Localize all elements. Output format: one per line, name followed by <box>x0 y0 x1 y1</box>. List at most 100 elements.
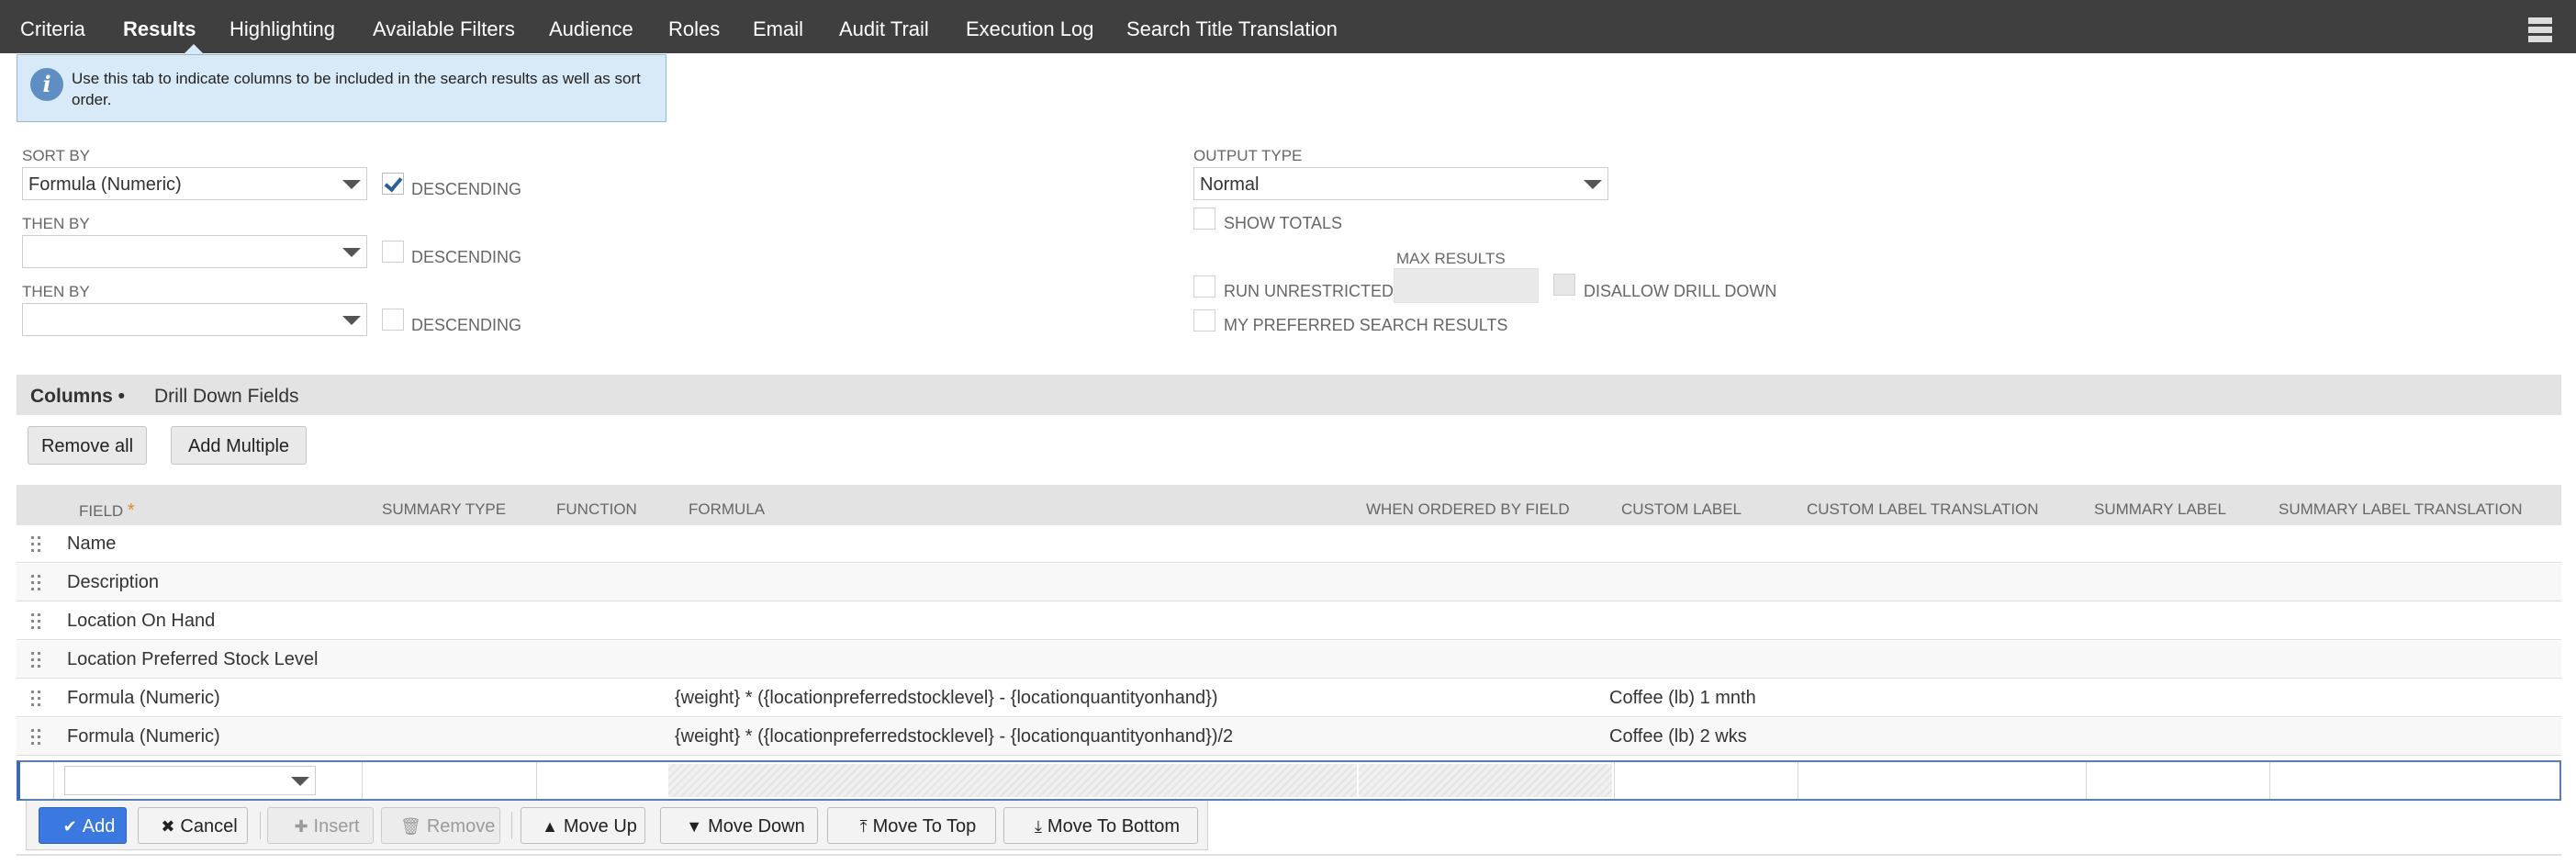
drag-handle-icon[interactable] <box>31 691 42 709</box>
disallow-drill-down-checkbox <box>1553 274 1575 296</box>
checkmark-icon: ✔ <box>62 817 77 836</box>
column-header-summary-label-translation: SUMMARY LABEL TRANSLATION <box>2279 500 2523 518</box>
arrow-down-icon: ▼ <box>686 817 703 836</box>
output-type-value: Normal <box>1200 174 1260 195</box>
then-by-descending-checkbox-1[interactable] <box>382 241 404 263</box>
descending-label: DESCENDING <box>411 248 522 266</box>
output-type-label: OUTPUT TYPE <box>1193 147 1303 164</box>
new-row-field-select[interactable] <box>64 766 316 795</box>
run-unrestricted-checkbox[interactable] <box>1193 275 1215 298</box>
active-tab-indicator <box>184 44 204 54</box>
info-icon: i <box>30 68 63 101</box>
sort-by-select[interactable]: Formula (Numeric) <box>22 167 367 200</box>
move-to-bottom-icon: ⤓ <box>1034 817 1042 836</box>
top-tab-bar: Criteria Results Highlighting Available … <box>0 0 2576 53</box>
tab-audience[interactable]: Audience <box>549 17 633 41</box>
add-multiple-button[interactable]: Add Multiple <box>171 426 307 465</box>
move-down-button[interactable]: ▼ Move Down <box>660 807 818 844</box>
formula-disabled-cell <box>668 764 1357 797</box>
tab-roles[interactable]: Roles <box>668 17 720 41</box>
close-icon: ✖ <box>161 817 175 836</box>
columns-table-header: FIELD * SUMMARY TYPE FUNCTION FORMULA WH… <box>17 485 2561 531</box>
columns-subtabs: Columns • Drill Down Fields <box>17 375 2561 415</box>
tab-criteria[interactable]: Criteria <box>20 17 85 41</box>
drag-handle-icon[interactable] <box>31 575 42 593</box>
column-header-summary-label: SUMMARY LABEL <box>2094 500 2226 518</box>
tab-audit-trail[interactable]: Audit Trail <box>839 17 929 41</box>
max-results-input <box>1394 268 1539 303</box>
show-totals-checkbox[interactable] <box>1193 208 1215 230</box>
descending-label: DESCENDING <box>411 316 522 334</box>
column-header-field: FIELD * <box>79 500 135 521</box>
show-totals-label: SHOW TOTALS <box>1224 214 1343 232</box>
disallow-drill-down-label: DISALLOW DRILL DOWN <box>1584 282 1777 300</box>
chevron-down-icon <box>342 180 361 189</box>
remove-button: 🗑 Remove <box>381 807 500 844</box>
move-up-button[interactable]: ▲ Move Up <box>521 807 645 844</box>
tab-email[interactable]: Email <box>753 17 803 41</box>
plus-icon: ✚ <box>294 817 308 836</box>
my-preferred-search-results-label: MY PREFERRED SEARCH RESULTS <box>1224 316 1508 334</box>
subtab-columns[interactable]: Columns • <box>30 386 125 408</box>
row-field: Location Preferred Stock Level <box>67 649 319 669</box>
table-row[interactable]: Formula (Numeric) {weight} * ({locationp… <box>17 718 2561 756</box>
max-results-label: MAX RESULTS <box>1396 250 1506 267</box>
row-field: Description <box>67 572 160 592</box>
drag-handle-icon[interactable] <box>31 652 42 670</box>
tab-highlighting[interactable]: Highlighting <box>230 17 335 41</box>
column-header-custom-label: CUSTOM LABEL <box>1621 500 1742 518</box>
required-marker: * <box>127 500 135 521</box>
arrow-up-icon: ▲ <box>542 817 558 836</box>
chevron-down-icon <box>291 777 309 786</box>
tab-available-filters[interactable]: Available Filters <box>373 17 515 41</box>
trash-icon: 🗑 <box>400 817 421 836</box>
tab-search-title-translation[interactable]: Search Title Translation <box>1126 17 1338 41</box>
remove-all-button[interactable]: Remove all <box>28 426 147 465</box>
drag-handle-icon[interactable] <box>31 536 42 555</box>
row-field: Formula (Numeric) <box>67 688 220 708</box>
move-to-top-button[interactable]: ⤒ Move To Top <box>827 807 996 844</box>
my-preferred-search-results-checkbox[interactable] <box>1193 309 1215 331</box>
row-field: Location On Hand <box>67 611 216 631</box>
row-formula: {weight} * ({locationpreferredstocklevel… <box>675 688 1218 708</box>
table-row[interactable]: Description <box>17 564 2561 601</box>
chevron-down-icon <box>342 248 361 257</box>
table-row[interactable]: Location On Hand <box>17 602 2561 640</box>
descending-label: DESCENDING <box>411 180 522 198</box>
column-header-summary-type: SUMMARY TYPE <box>382 500 507 518</box>
chevron-down-icon <box>1584 180 1602 189</box>
drag-handle-icon[interactable] <box>31 729 42 747</box>
column-header-formula: FORMULA <box>689 500 766 518</box>
then-by-select-2[interactable] <box>22 303 367 336</box>
output-type-select[interactable]: Normal <box>1193 167 1608 200</box>
sort-by-value: Formula (Numeric) <box>28 174 182 195</box>
table-row[interactable]: Location Preferred Stock Level <box>17 641 2561 679</box>
subtab-drill-down-fields[interactable]: Drill Down Fields <box>154 386 299 408</box>
row-action-bar: ✔ Add ✖ Cancel ✚ Insert 🗑 Remove ▲ Move Up ▼ M… <box>26 801 1208 850</box>
sort-by-label: SORT BY <box>22 147 91 164</box>
then-by-select-1[interactable] <box>22 235 367 268</box>
new-row-editor[interactable] <box>17 760 2561 801</box>
move-to-top-icon: ⤒ <box>859 817 868 836</box>
then-by-label: THEN BY <box>22 215 90 232</box>
when-ordered-disabled-cell <box>1359 764 1612 797</box>
chevron-down-icon <box>342 316 361 325</box>
drag-handle-icon[interactable] <box>31 613 42 632</box>
move-to-bottom-button[interactable]: ⤓ Move To Bottom <box>1003 807 1198 844</box>
sort-by-descending-checkbox[interactable] <box>382 173 404 195</box>
cancel-button[interactable]: ✖ Cancel <box>138 807 248 844</box>
table-row[interactable]: Name <box>17 525 2561 563</box>
row-field: Name <box>67 534 117 554</box>
row-formula: {weight} * ({locationpreferredstocklevel… <box>675 726 1234 747</box>
table-row[interactable]: Formula (Numeric) {weight} * ({locationp… <box>17 680 2561 717</box>
row-field: Formula (Numeric) <box>67 726 220 747</box>
add-button[interactable]: ✔ Add <box>39 807 127 844</box>
row-custom-label: Coffee (lb) 1 mnth <box>1609 688 1756 708</box>
info-message-text: Use this tab to indicate columns to be i… <box>72 70 641 108</box>
then-by-descending-checkbox-2[interactable] <box>382 309 404 331</box>
row-custom-label: Coffee (lb) 2 wks <box>1609 726 1747 747</box>
tab-results[interactable]: Results <box>123 17 196 41</box>
then-by-label: THEN BY <box>22 283 90 300</box>
tab-execution-log[interactable]: Execution Log <box>966 17 1093 41</box>
menu-icon[interactable] <box>2528 17 2552 42</box>
